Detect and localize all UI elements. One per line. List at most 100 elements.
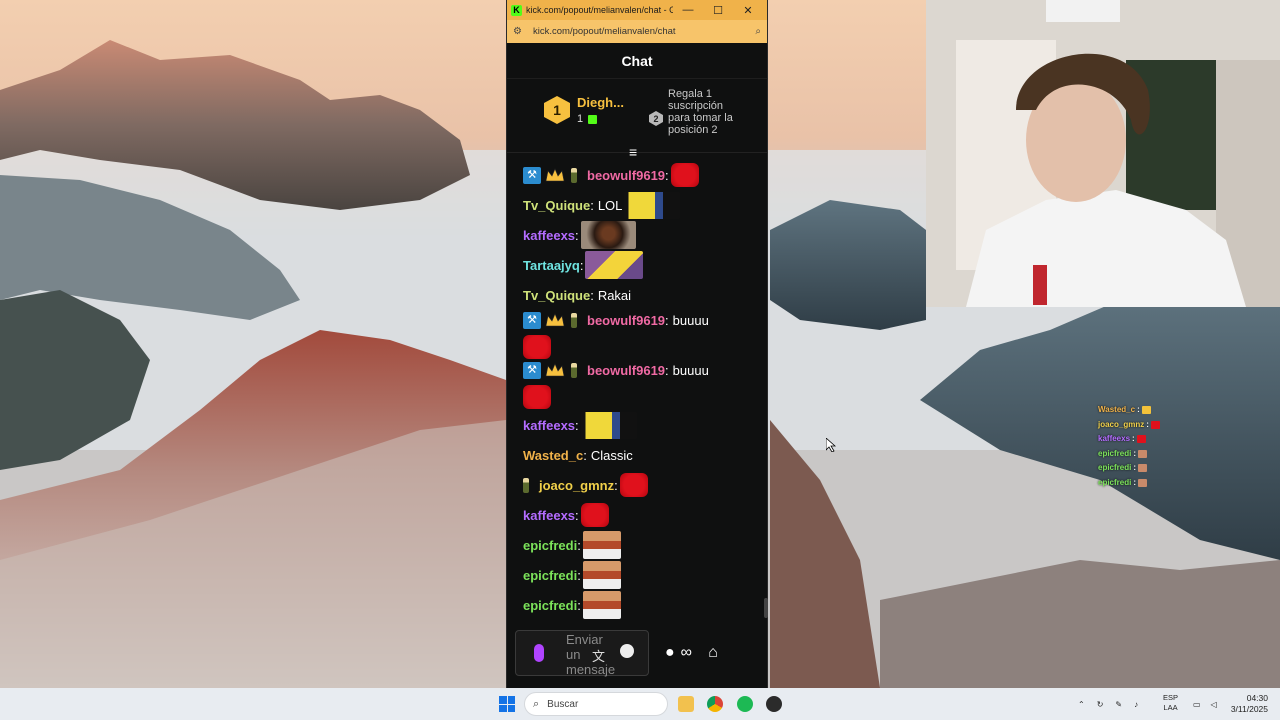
overlay-emote bbox=[1138, 464, 1148, 473]
address-bar[interactable]: ⚙ kick.com/popout/melianvalen/chat ⌕ bbox=[507, 20, 767, 43]
red-emote[interactable] bbox=[619, 473, 648, 497]
maximize-button[interactable]: ☐ bbox=[703, 4, 733, 17]
spotify-icon[interactable] bbox=[737, 696, 753, 712]
overlay-colon: : bbox=[1132, 434, 1135, 443]
infinity-icon[interactable]: ∞ bbox=[681, 644, 692, 662]
minion-emote[interactable] bbox=[580, 411, 637, 439]
chat-username[interactable]: epicfredi bbox=[523, 568, 577, 583]
chat-username[interactable]: beowulf9619 bbox=[587, 363, 665, 378]
red-emote[interactable] bbox=[523, 334, 551, 359]
pic-emote[interactable] bbox=[582, 591, 621, 619]
store-icon[interactable]: ⌂ bbox=[708, 644, 718, 662]
red-emote[interactable] bbox=[670, 163, 699, 187]
chat-username[interactable]: Wasted_c bbox=[523, 448, 583, 463]
collapse-menu-icon[interactable]: ≡ bbox=[629, 145, 643, 159]
chat-message-text: buuuu bbox=[672, 362, 709, 378]
mic-icon[interactable] bbox=[534, 644, 544, 662]
translate-icon[interactable]: 文 bbox=[592, 646, 605, 665]
url-text[interactable]: kick.com/popout/melianvalen/chat bbox=[533, 26, 755, 37]
username-colon: : bbox=[614, 477, 618, 493]
mouse-cursor-icon bbox=[826, 438, 836, 452]
chat-username[interactable]: epicfredi bbox=[523, 538, 577, 553]
site-info-icon[interactable]: ⚙ bbox=[513, 26, 527, 37]
pic-emote[interactable] bbox=[582, 531, 621, 559]
close-button[interactable]: ✕ bbox=[733, 4, 763, 17]
bottle-badge-icon bbox=[571, 362, 577, 378]
leader-username[interactable]: Diegh... bbox=[577, 95, 624, 110]
chat-username[interactable]: Tv_Quique bbox=[523, 198, 590, 213]
volume-icon[interactable]: ◁ bbox=[1211, 700, 1217, 709]
taskbar-search-placeholder: Buscar bbox=[547, 698, 579, 710]
chat-username[interactable]: joaco_gmnz bbox=[539, 478, 614, 493]
chat-message: kaffeexs: bbox=[523, 220, 769, 250]
chat-username[interactable]: beowulf9619 bbox=[587, 168, 665, 183]
chat-message: kaffeexs: bbox=[523, 500, 769, 530]
minimize-button[interactable]: — bbox=[673, 4, 703, 16]
rank-1-number: 1 bbox=[553, 102, 561, 118]
username-colon: : bbox=[579, 257, 584, 273]
pic-emote[interactable] bbox=[582, 561, 621, 589]
chat-username[interactable]: kaffeexs bbox=[523, 508, 575, 523]
rank-2-badge-icon: 2 bbox=[649, 111, 663, 126]
system-clock[interactable]: 04:30 3/11/2025 bbox=[1228, 693, 1268, 715]
chat-message-text: Rakai bbox=[597, 287, 632, 303]
file-explorer-icon[interactable] bbox=[678, 696, 694, 712]
moderator-badge-icon: ⚒ bbox=[523, 311, 541, 329]
chat-username[interactable]: Tv_Quique bbox=[523, 288, 590, 303]
vip-crown-badge-icon bbox=[545, 312, 565, 329]
username-colon: : bbox=[577, 567, 581, 583]
overlay-chat-row: joaco_gmnz: bbox=[1098, 418, 1160, 433]
chat-message: Tartaajyq: bbox=[523, 250, 769, 280]
gift-cta-text[interactable]: Regala 1 suscripción para tomar la posic… bbox=[668, 88, 748, 136]
bottle-badge-icon bbox=[571, 312, 577, 328]
chat-username[interactable]: Tartaajyq bbox=[523, 258, 580, 273]
lang-line-1: ESP bbox=[1163, 693, 1179, 702]
chat-username[interactable]: kaffeexs bbox=[523, 418, 575, 433]
chrome-icon[interactable] bbox=[707, 696, 723, 712]
overlay-chat-row: epicfredi: bbox=[1098, 476, 1160, 491]
overlay-username: kaffeexs bbox=[1098, 434, 1131, 443]
vip-crown-badge-icon bbox=[545, 167, 565, 184]
red-emote[interactable] bbox=[523, 384, 551, 409]
overlay-colon: : bbox=[1146, 419, 1149, 429]
zoom-icon[interactable]: ⌕ bbox=[755, 26, 761, 37]
clock-date: 3/11/2025 bbox=[1230, 704, 1268, 714]
minion-emote[interactable] bbox=[624, 191, 681, 219]
chevron-up-icon[interactable]: ⌃ bbox=[1078, 700, 1085, 709]
pen-icon[interactable]: ✎ bbox=[1115, 700, 1122, 709]
overlay-emote bbox=[1141, 406, 1151, 415]
rank-2-number: 2 bbox=[653, 114, 658, 124]
windows-start-icon[interactable] bbox=[499, 696, 515, 712]
chat-username[interactable]: epicfredi bbox=[523, 598, 577, 613]
chat-message: ⚒ beowulf9619: buuuu bbox=[523, 310, 769, 360]
chat-input[interactable]: Enviar un mensaje 文 bbox=[515, 630, 649, 677]
lang-line-2: LAA bbox=[1163, 703, 1178, 712]
chat-scrollbar[interactable] bbox=[764, 598, 768, 618]
obs-icon[interactable] bbox=[766, 696, 782, 712]
chat-username[interactable]: beowulf9619 bbox=[587, 313, 665, 328]
network-icon[interactable]: ▭ bbox=[1193, 700, 1201, 709]
microphone-tray-icon[interactable]: ♪ bbox=[1134, 700, 1138, 709]
username-colon: : bbox=[665, 312, 669, 328]
username-colon: : bbox=[577, 597, 581, 613]
chat-header: Chat bbox=[507, 43, 767, 79]
chat-input-placeholder: Enviar un mensaje bbox=[566, 632, 616, 677]
dark-emote[interactable] bbox=[580, 221, 636, 249]
taskbar-search[interactable]: ⌕ Buscar bbox=[524, 692, 668, 716]
webcam-feed bbox=[926, 0, 1280, 307]
overlay-username: epicfredi bbox=[1098, 477, 1132, 487]
language-indicator[interactable]: ESP LAA bbox=[1163, 693, 1178, 713]
leader-gift-count: 1 bbox=[577, 113, 598, 125]
overlay-username: epicfredi bbox=[1098, 463, 1132, 472]
chat-username[interactable]: kaffeexs bbox=[523, 228, 575, 243]
overlay-colon: : bbox=[1137, 405, 1140, 414]
points-icon[interactable]: ● bbox=[665, 644, 675, 662]
chat-message: Wasted_c: Classic bbox=[523, 440, 769, 470]
red-emote[interactable] bbox=[580, 503, 609, 527]
title-bar: K kick.com/popout/melianvalen/chat - Goo… bbox=[507, 0, 767, 20]
overlay-emote bbox=[1138, 478, 1148, 487]
sync-icon[interactable]: ↻ bbox=[1097, 700, 1104, 709]
emoji-icon[interactable] bbox=[620, 644, 634, 658]
simpson-emote[interactable] bbox=[585, 251, 644, 279]
taskbar: ⌕ Buscar ⌃ ↻ ✎ ♪ ESP LAA ▭ ◁ 04:30 3/11/… bbox=[0, 688, 1280, 720]
